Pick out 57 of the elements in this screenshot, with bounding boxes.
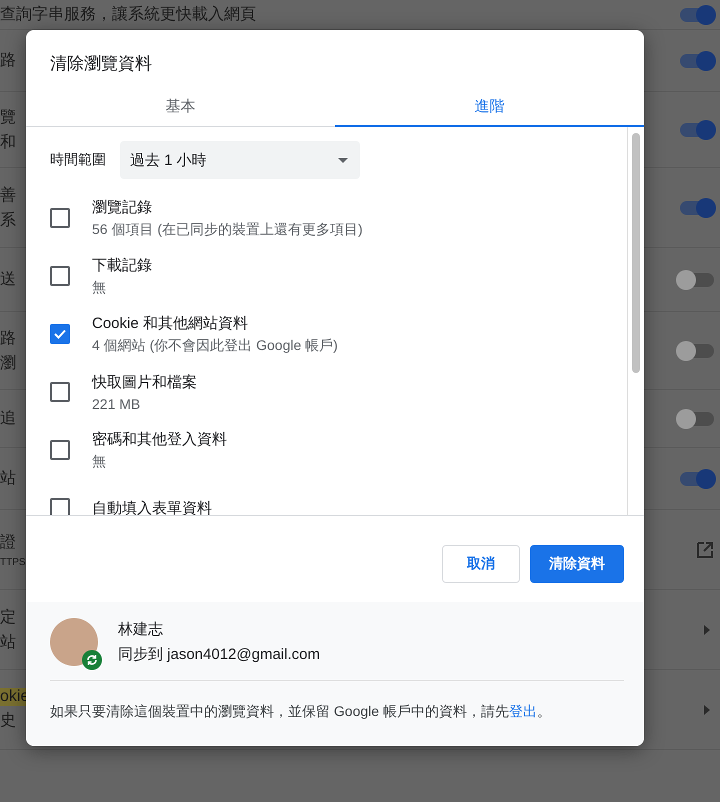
clear-data-button[interactable]: 清除資料 — [530, 545, 624, 583]
setting-text: 善 — [0, 185, 16, 206]
checkbox[interactable] — [50, 208, 70, 228]
tab[interactable]: 基本 — [26, 87, 335, 127]
setting-text: 定 — [0, 608, 16, 628]
time-range-select[interactable]: 過去 1 小時 — [120, 141, 360, 179]
setting-text: 瀏 — [0, 354, 16, 374]
checkbox[interactable] — [50, 382, 70, 402]
setting-text: 追 — [0, 409, 16, 429]
setting-text: 覽 — [0, 108, 16, 128]
checkbox[interactable] — [50, 324, 70, 344]
setting-text: 史 — [0, 710, 16, 731]
setting-text: 路 — [0, 328, 16, 348]
toggle-switch[interactable] — [680, 200, 714, 214]
setting-text: 送 — [0, 270, 16, 290]
cancel-button[interactable]: 取消 — [442, 545, 520, 583]
item-detail: 221 MB — [92, 396, 142, 412]
setting-text: 系 — [0, 210, 16, 230]
setting-text: 和 — [0, 132, 16, 152]
dropdown-caret-icon — [338, 158, 348, 162]
item-label: 瀏覽記錄 — [92, 198, 153, 216]
account-name: 林建志 — [118, 620, 164, 639]
scrollbar-thumb[interactable] — [632, 133, 640, 373]
item-detail: 無 — [92, 278, 107, 296]
item-label: 下載記錄 — [92, 256, 152, 274]
setting-text: 證 — [0, 532, 16, 552]
sync-status: 同步到 jason4012@gmail.com — [118, 645, 320, 664]
sync-icon — [82, 650, 102, 670]
checkmark-icon — [54, 329, 66, 339]
item-label: 快取圖片和檔案 — [92, 372, 197, 392]
caret-right-icon[interactable] — [704, 624, 710, 634]
item-label: 自動填入表單資料 — [92, 498, 212, 515]
caret-right-icon[interactable] — [704, 704, 710, 714]
toggle-switch[interactable] — [680, 122, 714, 136]
toggle-switch[interactable] — [680, 472, 714, 486]
item-detail: 無 — [92, 452, 107, 470]
checkbox[interactable] — [50, 266, 70, 286]
item-detail: 4 個網站 (你不會因此登出 Google 帳戶) — [92, 336, 338, 354]
dialog-title: 清除瀏覽資料 — [49, 53, 153, 75]
sign-out-link[interactable]: 登出 — [508, 703, 537, 719]
toggle-switch[interactable] — [680, 8, 714, 22]
checkbox[interactable] — [50, 440, 70, 460]
external-link-icon[interactable] — [696, 540, 714, 558]
item-label: 密碼和其他登入資料 — [92, 430, 227, 448]
avatar — [50, 618, 98, 666]
sign-out-note: 如果只要清除這個裝置中的瀏覽資料，並保留 Google 帳戶中的資料，請先登出。 — [50, 702, 552, 721]
setting-text: 路 — [0, 51, 16, 71]
item-detail: 56 個項目 (在已同步的裝置上還有更多項目) — [92, 220, 363, 238]
item-label: Cookie 和其他網站資料 — [92, 314, 249, 332]
setting-text: 站 — [0, 632, 16, 652]
setting-text: 站 — [0, 468, 16, 489]
setting-text: TTPS — [0, 556, 26, 568]
tab[interactable]: 進階 — [335, 87, 644, 127]
setting-text: 查詢字串服務，讓系統更快載入網頁 — [0, 4, 256, 25]
toggle-switch[interactable] — [680, 54, 714, 68]
time-range-label: 時間範圍 — [50, 151, 106, 169]
checkbox[interactable] — [50, 498, 70, 515]
